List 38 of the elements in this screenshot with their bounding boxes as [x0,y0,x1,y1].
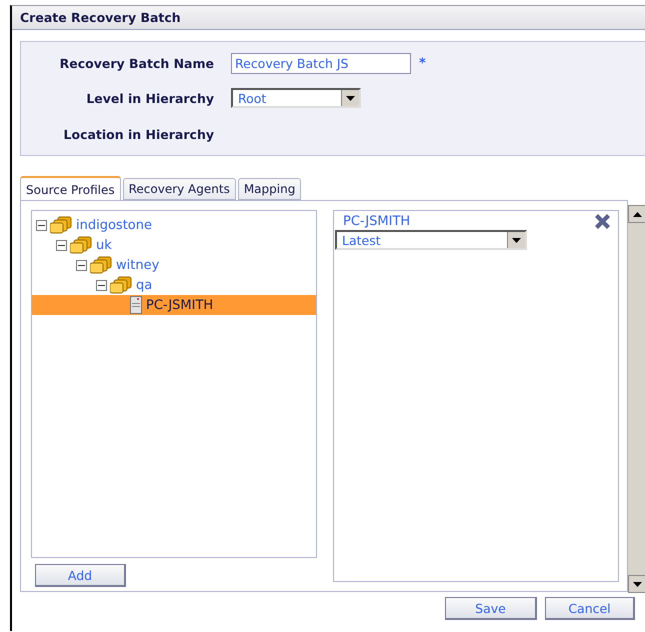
tree-label: witney [116,258,160,272]
scrollbar[interactable] [628,205,645,593]
profile-name: PC-JSMITH [343,214,410,228]
dialog-button[interactable]: Cancel [545,597,635,620]
tree-row[interactable]: indigostone [32,215,316,235]
tree-label: indigostone [76,218,152,232]
folder-stack-icon [110,276,132,294]
computer-tower-icon [130,296,142,314]
field-label: Level in Hierarchy [85,90,215,106]
dialog-button[interactable]: Save [445,597,537,620]
field-label: Recovery Batch Name [58,56,215,70]
required-mark: * [419,56,426,70]
collapse-icon[interactable] [76,260,87,270]
collapse-icon[interactable] [36,220,47,230]
version-dropdown[interactable]: Latest [335,230,527,250]
folder-stack-icon [90,256,112,274]
tree-label: PC-JSMITH [146,298,214,312]
tree-label: qa [136,278,152,292]
tab[interactable]: Recovery Agents [122,178,236,200]
scroll-up-icon[interactable] [628,205,645,223]
collapse-icon[interactable] [96,280,107,290]
tab[interactable]: Source Profiles [20,176,121,201]
tree-row[interactable]: witney [32,255,316,275]
tree-row[interactable]: qa [32,275,316,295]
folder-stack-icon [70,236,92,254]
name-field[interactable]: Recovery Batch JS [231,52,411,74]
collapse-icon[interactable] [56,240,67,250]
field-label: Location in Hierarchy [62,126,215,142]
folder-stack-icon [50,216,72,234]
tree-row[interactable]: uk [32,235,316,255]
scroll-down-icon[interactable] [628,575,645,593]
level-dropdown[interactable]: Root [231,88,361,108]
tab[interactable]: Mapping [238,178,302,200]
remove-icon[interactable] [594,214,611,228]
add-button[interactable]: Add [35,564,126,587]
tree-row[interactable]: PC-JSMITH [32,295,316,315]
window-title: Create Recovery Batch [20,10,181,25]
tree-label: uk [96,238,112,252]
